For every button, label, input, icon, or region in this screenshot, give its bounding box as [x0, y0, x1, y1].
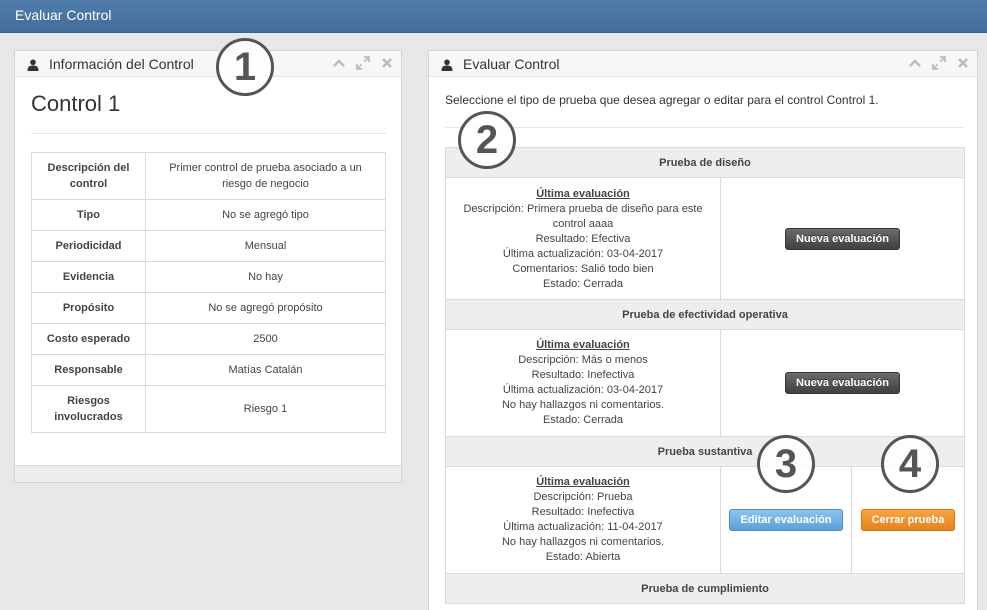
table-row: Tipo No se agregó tipo — [31, 199, 386, 231]
eval-line: Comentarios: Salió todo bien — [512, 263, 654, 275]
collapse-icon[interactable] — [331, 55, 347, 71]
row-value: Mensual — [145, 230, 386, 262]
row-value: Riesgo 1 — [145, 385, 386, 433]
expand-icon[interactable] — [355, 55, 371, 71]
eval-line: No hay hallazgos ni comentarios. — [501, 399, 665, 411]
eval-line: Estado: Cerrada — [542, 414, 624, 426]
row-label: Periodicidad — [31, 230, 146, 262]
expand-icon[interactable] — [931, 55, 947, 71]
table-row: Costo esperado 2500 — [31, 323, 386, 355]
row-label: Propósito — [31, 292, 146, 324]
widget-header: Información del Control — [15, 51, 401, 77]
section-body: Última evaluación Descripción: Primera p… — [446, 178, 964, 300]
tests-table: Prueba de diseño Última evaluación Descr… — [445, 147, 965, 604]
eval-line: Última actualización: 03-04-2017 — [502, 248, 664, 260]
last-evaluation-heading: Última evaluación — [536, 476, 630, 488]
user-icon — [27, 58, 39, 71]
control-info-table: Descripción del control Primer control de… — [31, 152, 386, 433]
last-evaluation-info: Última evaluación Descripción: Prueba Re… — [446, 467, 721, 573]
last-evaluation-heading: Última evaluación — [536, 339, 630, 351]
eval-line: Última actualización: 03-04-2017 — [502, 384, 664, 396]
close-icon[interactable] — [379, 55, 395, 71]
divider — [445, 127, 965, 128]
row-label: Costo esperado — [31, 323, 146, 355]
section-body: Última evaluación Descripción: Más o men… — [446, 330, 964, 437]
row-value: 2500 — [145, 323, 386, 355]
row-label: Evidencia — [31, 261, 146, 293]
eval-line: Estado: Abierta — [545, 551, 621, 563]
table-row: Evidencia No hay — [31, 261, 386, 293]
annotation-badge-2: 2 — [458, 111, 516, 169]
close-test-button[interactable]: Cerrar prueba — [860, 509, 956, 531]
table-row: Propósito No se agregó propósito — [31, 292, 386, 324]
eval-line: Última actualización: 11-04-2017 — [503, 521, 663, 533]
row-label: Tipo — [31, 199, 146, 231]
row-value: No se agregó propósito — [145, 292, 386, 324]
control-title: Control 1 — [31, 91, 121, 116]
table-row: Riesgos involucrados Riesgo 1 — [31, 385, 386, 433]
intro-text: Seleccione el tipo de prueba que desea a… — [445, 93, 879, 107]
row-value: No hay — [145, 261, 386, 293]
divider — [31, 133, 386, 134]
top-bar: Evaluar Control — [0, 0, 987, 33]
row-value: Primer control de prueba asociado a un r… — [145, 152, 386, 200]
new-evaluation-button[interactable]: Nueva evaluación — [785, 372, 900, 394]
eval-line: No hay hallazgos ni comentarios. — [501, 536, 665, 548]
widget-footer — [15, 465, 401, 482]
row-value: No se agregó tipo — [145, 199, 386, 231]
control-info-widget: Información del Control Control 1 Descri… — [14, 50, 402, 483]
section-header-operative: Prueba de efectividad operativa — [446, 300, 964, 330]
table-row: Periodicidad Mensual — [31, 230, 386, 262]
widget-title: Evaluar Control — [463, 56, 560, 72]
collapse-icon[interactable] — [907, 55, 923, 71]
user-icon — [441, 58, 453, 71]
section-header-design: Prueba de diseño — [446, 148, 964, 178]
eval-line: Descripción: Más o menos — [518, 354, 648, 366]
widget-header: Evaluar Control — [429, 51, 977, 77]
eval-line: Resultado: Inefectiva — [531, 369, 635, 381]
row-label: Responsable — [31, 354, 146, 386]
last-evaluation-info: Última evaluación Descripción: Más o men… — [446, 330, 721, 436]
annotation-badge-4: 4 — [881, 435, 939, 493]
last-evaluation-info: Última evaluación Descripción: Primera p… — [446, 178, 721, 299]
eval-line: Resultado: Efectiva — [535, 233, 631, 245]
section-actions: Nueva evaluación — [721, 330, 964, 436]
annotation-badge-3: 3 — [757, 435, 815, 493]
eval-line: Descripción: Prueba — [533, 491, 633, 503]
close-icon[interactable] — [955, 55, 971, 71]
row-value: Matías Catalán — [145, 354, 386, 386]
eval-line: Descripción: Primera prueba de diseño pa… — [463, 203, 703, 230]
section-body: Última evaluación Descripción: Prueba Re… — [446, 467, 964, 574]
widget-title: Información del Control — [49, 56, 194, 72]
row-label: Riesgos involucrados — [31, 385, 146, 433]
row-label: Descripción del control — [31, 152, 146, 200]
table-row: Responsable Matías Catalán — [31, 354, 386, 386]
new-evaluation-button[interactable]: Nueva evaluación — [785, 227, 900, 250]
eval-line: Resultado: Inefectiva — [531, 506, 635, 518]
annotation-badge-1: 1 — [216, 38, 274, 96]
last-evaluation-heading: Última evaluación — [536, 188, 630, 200]
app-title: Evaluar Control — [15, 7, 112, 23]
section-actions: Nueva evaluación — [721, 178, 964, 299]
edit-evaluation-button[interactable]: Editar evaluación — [729, 509, 843, 531]
eval-line: Estado: Cerrada — [542, 278, 624, 290]
table-row: Descripción del control Primer control de… — [31, 152, 386, 200]
